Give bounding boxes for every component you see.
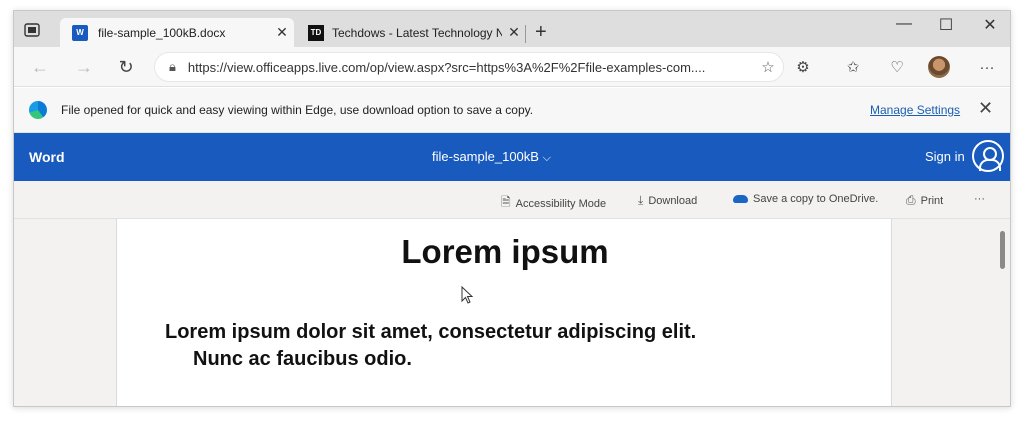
tab-actions-icon[interactable] — [24, 23, 40, 37]
accessibility-label: Accessibility Mode — [515, 197, 607, 210]
vertical-scrollbar[interactable] — [1000, 231, 1005, 269]
word-icon: W — [72, 24, 88, 41]
word-header: Word file-sample_100kB ⌵ Sign in — [14, 133, 1010, 181]
tab-separator — [525, 25, 526, 43]
more-toolbar-options[interactable]: ··· — [974, 193, 985, 205]
sign-in-link[interactable]: Sign in — [925, 149, 965, 164]
techdows-icon: TD — [308, 24, 324, 41]
subheading-line-2: Nunc ac faucibus odio. — [193, 348, 412, 370]
document-page: Lorem ipsum Lorem ipsum dolor sit amet, … — [116, 219, 892, 406]
browser-essentials-icon[interactable]: ♡ — [886, 57, 908, 79]
url-text: https://view.officeapps.live.com/op/view… — [187, 59, 706, 75]
info-message: File opened for quick and easy viewing w… — [61, 103, 534, 117]
forward-icon[interactable]: → — [72, 55, 96, 79]
print-icon: ⎙ — [906, 193, 916, 207]
chevron-down-icon: ⌵ — [542, 152, 551, 164]
edge-logo-icon — [29, 101, 47, 119]
document-heading: Lorem ipsum — [401, 233, 609, 270]
document-name-label: file-sample_100kB — [432, 149, 539, 164]
minimize-icon[interactable]: — — [884, 15, 924, 33]
navigation-bar: ← → ↻ 🔒︎ https://view.officeapps.live.co… — [14, 47, 1010, 87]
info-bar: File opened for quick and easy viewing w… — [14, 88, 1010, 133]
profile-avatar[interactable] — [928, 56, 950, 78]
add-favorite-icon[interactable]: ☆ — [753, 58, 783, 76]
save-onedrive-label: Save a copy to OneDrive. — [753, 193, 879, 205]
more-options-icon[interactable]: ··· — [976, 57, 998, 79]
save-to-onedrive-button[interactable]: Save a copy to OneDrive. — [733, 193, 878, 205]
document-subheading: Lorem ipsum dolor sit amet, consectetur … — [165, 319, 855, 373]
app-name: Word — [29, 149, 65, 165]
download-label: Download — [648, 194, 698, 207]
print-label: Print — [920, 194, 944, 207]
tab-strip: W file-sample_100kB.docx ✕ TD Techdows -… — [14, 11, 1010, 47]
new-tab-icon[interactable]: + — [535, 21, 547, 44]
back-icon[interactable]: ← — [28, 55, 52, 79]
accessibility-icon: 🗎︎ — [501, 195, 511, 209]
viewer-toolbar: 🗎︎ Accessibility Mode ⤓ Download Save a … — [14, 181, 1010, 219]
download-icon: ⤓ — [638, 193, 644, 207]
lock-icon: 🔒︎ — [169, 59, 176, 74]
manage-settings-link[interactable]: Manage Settings — [870, 103, 960, 117]
user-icon[interactable] — [972, 140, 1004, 172]
extensions-icon[interactable]: ⚙ — [792, 57, 814, 79]
onedrive-icon — [733, 195, 748, 203]
document-viewport[interactable]: Lorem ipsum Lorem ipsum dolor sit amet, … — [14, 219, 1010, 406]
subheading-line-1: Lorem ipsum dolor sit amet, consectetur … — [165, 321, 697, 343]
document-name[interactable]: file-sample_100kB ⌵ — [432, 149, 551, 165]
close-infobar-icon[interactable]: ✕ — [978, 98, 993, 119]
browser-window: W file-sample_100kB.docx ✕ TD Techdows -… — [13, 10, 1011, 407]
tab-file-sample[interactable]: W file-sample_100kB.docx ✕ — [60, 18, 294, 47]
tab-title: file-sample_100kB.docx — [98, 25, 226, 40]
print-button[interactable]: ⎙ Print — [906, 193, 943, 208]
maximize-icon[interactable]: ☐ — [926, 15, 966, 35]
close-tab-icon[interactable]: ✕ — [502, 24, 526, 41]
close-tab-icon[interactable]: ✕ — [270, 24, 294, 41]
tab-techdows[interactable]: TD Techdows - Latest Technology N ✕ — [296, 18, 526, 47]
favorites-icon[interactable]: ✩ — [842, 57, 864, 79]
accessibility-mode-button[interactable]: 🗎︎ Accessibility Mode — [501, 193, 606, 214]
mouse-cursor-icon — [461, 286, 473, 304]
refresh-icon[interactable]: ↻ — [114, 55, 138, 79]
tab-title: Techdows - Latest Technology N — [332, 25, 502, 40]
download-button[interactable]: ⤓ Download — [638, 193, 697, 208]
close-window-icon[interactable]: ✕ — [970, 15, 1010, 35]
address-bar[interactable]: 🔒︎ https://view.officeapps.live.com/op/v… — [154, 52, 784, 82]
